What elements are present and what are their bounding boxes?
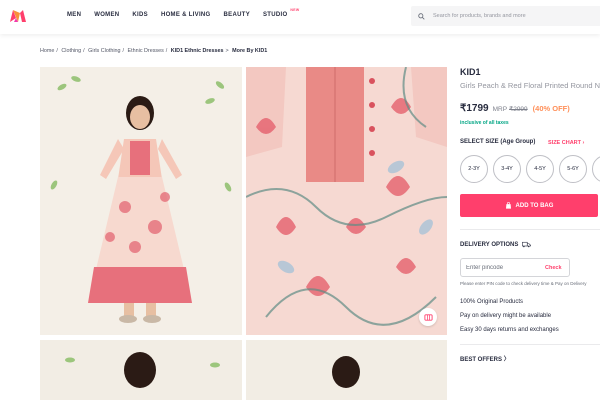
breadcrumb-clothing[interactable]: Clothing xyxy=(61,48,81,54)
price-row: ₹1799 MRP ₹2999 (40% OFF) xyxy=(460,103,570,114)
add-to-bag-label: ADD TO BAG xyxy=(515,202,554,209)
size-heading: SELECT SIZE (Age Group) xyxy=(460,139,536,145)
pincode-input[interactable] xyxy=(466,264,541,271)
mrp-label: MRP xyxy=(492,106,508,113)
pincode-field: Check xyxy=(460,258,570,277)
best-offers-heading: BEST OFFERS 〉 xyxy=(460,354,510,363)
product-image-4[interactable] xyxy=(246,340,447,400)
check-pincode-button[interactable]: Check xyxy=(545,265,562,271)
nav-men[interactable]: MEN xyxy=(67,12,81,18)
brand-name[interactable]: KID1 xyxy=(460,67,481,77)
mrp-price: ₹2999 xyxy=(509,106,528,113)
breadcrumb-more-by[interactable]: More By KID1 xyxy=(232,48,267,54)
best-offers-label: BEST OFFERS xyxy=(460,357,503,363)
size-option-3-4y[interactable]: 3-4Y xyxy=(493,155,521,183)
size-chart-label: SIZE CHART xyxy=(548,140,581,146)
breadcrumb-girls-clothing[interactable]: Girls Clothing xyxy=(88,48,120,54)
delivery-heading-label: DELIVERY OPTIONS xyxy=(460,241,519,248)
discount-percent: (40% OFF) xyxy=(532,104,570,113)
feature-original: 100% Original Products xyxy=(460,299,524,305)
nav-women[interactable]: WOMEN xyxy=(94,12,119,18)
truck-icon xyxy=(522,241,532,248)
top-header: MEN WOMEN KIDS HOME & LIVING BEAUTY STUD… xyxy=(0,0,600,34)
bag-icon xyxy=(505,202,511,209)
search-input[interactable] xyxy=(433,13,583,19)
search-icon[interactable] xyxy=(418,12,425,20)
divider xyxy=(460,344,600,345)
selling-price: ₹1799 xyxy=(460,103,489,114)
feature-pay-on-delivery: Pay on delivery might be available xyxy=(460,313,552,319)
product-image-1[interactable] xyxy=(40,67,242,335)
product-image-3[interactable] xyxy=(40,340,242,400)
size-option-5-6y[interactable]: 5-6Y xyxy=(559,155,587,183)
search-bar xyxy=(411,6,600,26)
divider xyxy=(460,229,600,230)
tag-icon: 〉 xyxy=(503,357,510,363)
product-name: Girls Peach & Red Floral Printed Round N xyxy=(460,81,600,90)
nav-studio[interactable]: STUDIO NEW xyxy=(263,8,300,18)
feature-returns: Easy 30 days returns and exchanges xyxy=(460,327,559,333)
add-to-bag-button[interactable]: ADD TO BAG xyxy=(460,194,598,217)
breadcrumb-current: KID1 Ethnic Dresses xyxy=(170,48,224,54)
similar-button[interactable] xyxy=(419,308,437,326)
new-badge: NEW xyxy=(290,8,300,12)
breadcrumb-home[interactable]: Home xyxy=(40,48,54,54)
size-option-2-3y[interactable]: 2-3Y xyxy=(460,155,488,183)
pincode-note: Please enter PIN code to check delivery … xyxy=(460,281,587,286)
breadcrumb-ethnic-dresses[interactable]: Ethnic Dresses xyxy=(128,48,164,54)
nav-home-living[interactable]: HOME & LIVING xyxy=(161,12,211,18)
nav-studio-label: STUDIO xyxy=(263,12,288,18)
chevron-right-icon: › xyxy=(582,140,585,146)
product-image-2[interactable] xyxy=(246,67,447,335)
myntra-logo[interactable] xyxy=(9,9,27,23)
delivery-heading: DELIVERY OPTIONS xyxy=(460,241,532,248)
size-option-4-5y[interactable]: 4-5Y xyxy=(526,155,554,183)
size-chart-link[interactable]: SIZE CHART › xyxy=(548,140,584,146)
nav-beauty[interactable]: BEAUTY xyxy=(224,12,250,18)
size-options: 2-3Y 3-4Y 4-5Y 5-6Y 6-7 xyxy=(460,155,600,183)
size-option-6-7y[interactable]: 6-7 xyxy=(592,155,600,183)
breadcrumb: Home / Clothing / Girls Clothing / Ethnic D… xyxy=(40,48,268,54)
main-nav: MEN WOMEN KIDS HOME & LIVING BEAUTY STUD… xyxy=(67,8,313,18)
nav-kids[interactable]: KIDS xyxy=(132,12,148,18)
tax-note: inclusive of all taxes xyxy=(460,120,509,126)
similar-icon xyxy=(423,313,433,321)
